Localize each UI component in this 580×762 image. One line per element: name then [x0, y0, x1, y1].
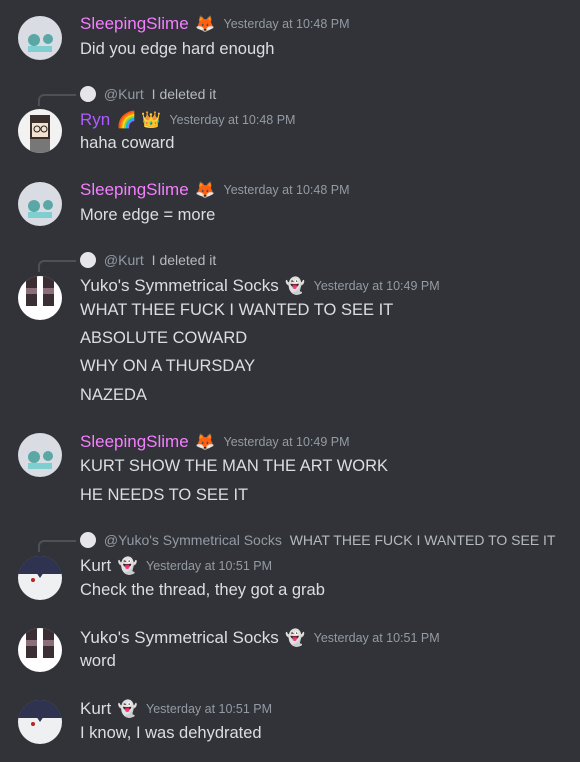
- rainbow-crown-icon: 🌈 👑: [116, 112, 161, 129]
- reply-spine: [38, 540, 76, 552]
- message-text: WHY ON A THURSDAY: [80, 357, 256, 375]
- avatar[interactable]: [18, 700, 62, 744]
- fox-icon: 🦊: [195, 434, 216, 451]
- message-text: word: [80, 652, 116, 670]
- reply-avatar: [80, 532, 96, 548]
- avatar[interactable]: [18, 433, 62, 477]
- reply-text: I deleted it: [151, 252, 217, 268]
- message-text: KURT SHOW THE MAN THE ART WORK: [80, 457, 389, 475]
- message-text: More edge = more: [80, 206, 216, 224]
- message-text: ABSOLUTE COWARD: [80, 329, 248, 347]
- avatar[interactable]: [18, 628, 62, 672]
- username[interactable]: Kurt: [80, 556, 111, 575]
- reply-text: WHAT THEE FUCK I WANTED TO SEE IT: [289, 532, 556, 548]
- reply-preview[interactable]: @Kurt I deleted it: [80, 86, 216, 104]
- avatar[interactable]: [18, 276, 62, 320]
- timestamp[interactable]: Yesterday at 10:48 PM: [224, 17, 350, 31]
- ghost-icon: 👻: [117, 701, 138, 718]
- message-text: NAZEDA: [80, 386, 147, 404]
- username[interactable]: Kurt: [80, 699, 111, 718]
- username[interactable]: Ryn: [80, 110, 110, 129]
- message-text: Check the thread, they got a grab: [80, 581, 325, 599]
- message-text: I know, I was dehydrated: [80, 724, 262, 742]
- reply-username[interactable]: @Kurt: [104, 86, 144, 102]
- username[interactable]: SleepingSlime: [80, 14, 189, 33]
- avatar[interactable]: [18, 16, 62, 60]
- username[interactable]: Yuko's Symmetrical Socks: [80, 628, 279, 647]
- reply-avatar: [80, 252, 96, 268]
- timestamp[interactable]: Yesterday at 10:51 PM: [146, 559, 272, 573]
- reply-spine: [38, 260, 76, 272]
- avatar[interactable]: [18, 182, 62, 226]
- reply-text: I deleted it: [151, 86, 217, 102]
- timestamp[interactable]: Yesterday at 10:48 PM: [169, 113, 295, 127]
- username[interactable]: SleepingSlime: [80, 180, 189, 199]
- message-text: Did you edge hard enough: [80, 40, 275, 58]
- timestamp[interactable]: Yesterday at 10:49 PM: [224, 435, 350, 449]
- reply-username[interactable]: @Yuko's Symmetrical Socks: [104, 532, 282, 548]
- reply-spine: [38, 94, 76, 106]
- timestamp[interactable]: Yesterday at 10:49 PM: [314, 279, 440, 293]
- message-text: WHAT THEE FUCK I WANTED TO SEE IT: [80, 301, 394, 319]
- avatar[interactable]: [18, 109, 62, 153]
- reply-preview[interactable]: @Yuko's Symmetrical Socks WHAT THEE FUCK…: [80, 532, 556, 550]
- ghost-icon: 👻: [117, 558, 138, 575]
- avatar[interactable]: [18, 556, 62, 600]
- username[interactable]: Yuko's Symmetrical Socks: [80, 276, 279, 295]
- fox-icon: 🦊: [195, 16, 216, 33]
- ghost-icon: 👻: [285, 630, 306, 647]
- reply-username[interactable]: @Kurt: [104, 252, 144, 268]
- timestamp[interactable]: Yesterday at 10:48 PM: [224, 183, 350, 197]
- message-text: HE NEEDS TO SEE IT: [80, 486, 249, 504]
- message-text: haha coward: [80, 134, 175, 152]
- ghost-icon: 👻: [285, 278, 306, 295]
- reply-preview[interactable]: @Kurt I deleted it: [80, 252, 216, 270]
- timestamp[interactable]: Yesterday at 10:51 PM: [146, 702, 272, 716]
- timestamp[interactable]: Yesterday at 10:51 PM: [314, 631, 440, 645]
- reply-avatar: [80, 86, 96, 102]
- fox-icon: 🦊: [195, 182, 216, 199]
- username[interactable]: SleepingSlime: [80, 432, 189, 451]
